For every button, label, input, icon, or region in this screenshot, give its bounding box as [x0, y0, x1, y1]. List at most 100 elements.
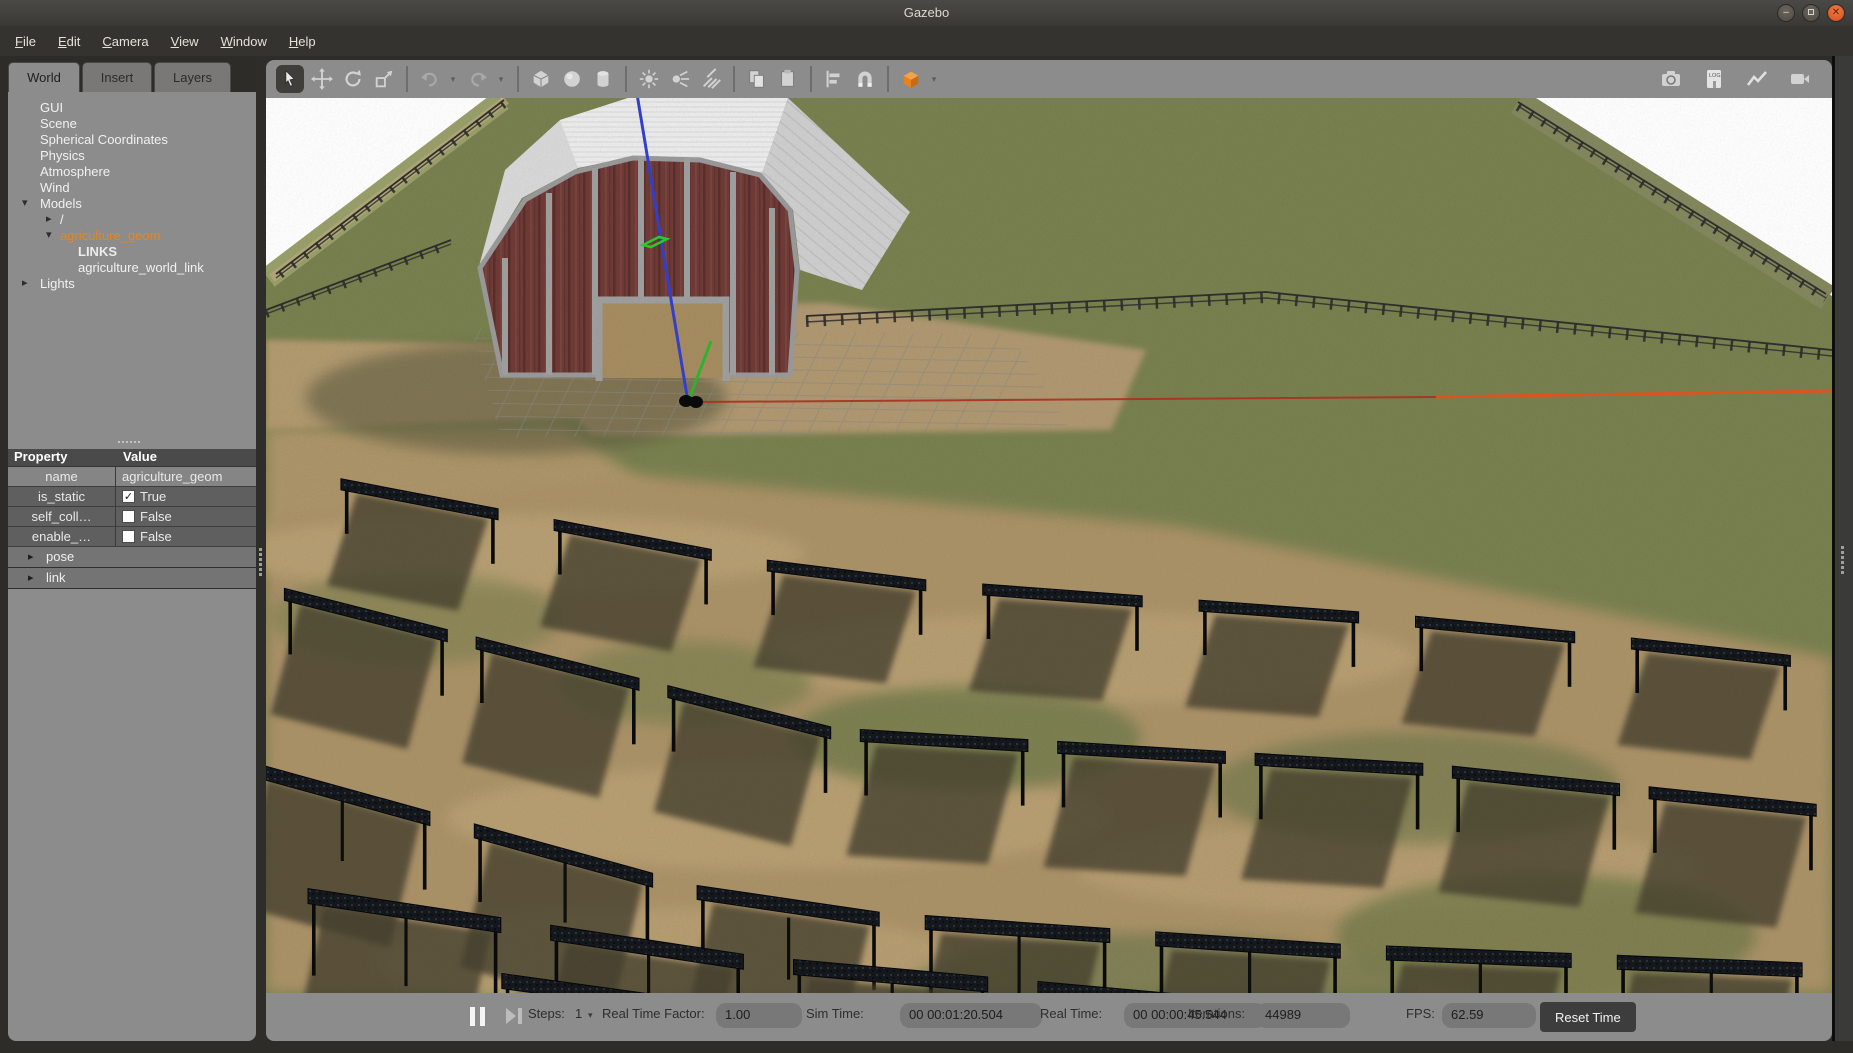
property-value: False — [115, 527, 256, 546]
expand-arrow-icon[interactable]: ▸ — [28, 547, 34, 567]
scale-icon[interactable] — [371, 66, 397, 92]
box-icon[interactable] — [528, 66, 554, 92]
property-row-self-coll-[interactable]: self_coll…False — [8, 507, 256, 527]
paste-icon[interactable] — [775, 66, 801, 92]
panel-viewport-splitter[interactable] — [256, 56, 266, 1041]
menu-help[interactable]: Help — [278, 29, 327, 54]
property-value: ✓True — [115, 487, 256, 506]
undo-menu-icon[interactable]: ▾ — [448, 66, 458, 92]
window-title: Gazebo — [0, 0, 1853, 26]
translate-icon[interactable] — [309, 66, 335, 92]
tree-item-label: Spherical Coordinates — [40, 132, 168, 147]
spot-light-icon[interactable] — [667, 66, 693, 92]
tree-item-spherical-coordinates[interactable]: Spherical Coordinates — [8, 132, 256, 148]
record-icon[interactable] — [1787, 66, 1813, 92]
property-group-pose[interactable]: ▸pose — [8, 547, 256, 568]
undo-icon[interactable] — [417, 66, 443, 92]
viewport-toolbar: ▾ ▾ ▾ LOG — [266, 60, 1832, 98]
menu-window[interactable]: Window — [210, 29, 278, 54]
tab-insert[interactable]: Insert — [82, 62, 152, 92]
directional-light-icon[interactable] — [698, 66, 724, 92]
iterations-label: Iterations: — [1188, 1006, 1245, 1021]
snap-icon[interactable] — [852, 66, 878, 92]
checkbox-unchecked[interactable] — [122, 510, 135, 523]
tree-item-label: Atmosphere — [40, 164, 110, 179]
property-name: is_static — [8, 487, 115, 506]
tree-item-label: GUI — [40, 100, 63, 115]
redo-menu-icon[interactable]: ▾ — [496, 66, 506, 92]
tree-item-agriculture-geom[interactable]: ▾ agriculture_geom — [8, 228, 256, 244]
fps-label: FPS: — [1406, 1006, 1435, 1021]
menu-file[interactable]: File — [4, 29, 47, 54]
log-icon[interactable]: LOG — [1701, 66, 1727, 92]
tab-world[interactable]: World — [8, 62, 80, 92]
screenshot-icon[interactable] — [1658, 66, 1684, 92]
sim-time-field[interactable]: 00 00:01:20.504 — [900, 1003, 1042, 1028]
expand-arrow-icon[interactable]: ▸ — [22, 276, 28, 289]
plot-icon[interactable] — [1744, 66, 1770, 92]
tree-item-label: / — [60, 212, 64, 227]
property-name: name — [8, 467, 115, 486]
tree-item-label: agriculture_geom — [60, 228, 160, 243]
property-group-link[interactable]: ▸link — [8, 568, 256, 589]
menu-bar: FileEditCameraViewWindowHelp — [0, 26, 1853, 56]
cylinder-icon[interactable] — [590, 66, 616, 92]
fps-field[interactable]: 62.59 — [1442, 1003, 1536, 1028]
select-icon[interactable] — [276, 65, 304, 93]
checkbox-unchecked[interactable] — [122, 530, 135, 543]
minimize-button[interactable]: – — [1777, 4, 1795, 22]
step-button[interactable] — [506, 1008, 524, 1024]
tree-item-gui[interactable]: GUI — [8, 100, 256, 116]
toolbar-separator — [733, 66, 735, 92]
view-angle-icon[interactable] — [898, 66, 924, 92]
rotate-icon[interactable] — [340, 66, 366, 92]
splitter-dots — [1841, 546, 1844, 574]
menu-edit[interactable]: Edit — [47, 29, 91, 54]
point-light-icon[interactable] — [636, 66, 662, 92]
expand-arrow-icon[interactable]: ▸ — [28, 568, 34, 588]
tree-item-physics[interactable]: Physics — [8, 148, 256, 164]
title-bar: Gazebo — [0, 0, 1853, 26]
panel-splitter-handle[interactable] — [118, 441, 140, 443]
step-icon-bar — [518, 1008, 522, 1024]
tree-item-scene[interactable]: Scene — [8, 116, 256, 132]
3d-viewport[interactable] — [266, 98, 1832, 993]
tree-item--[interactable]: ▸/ — [8, 212, 256, 228]
steps-label: Steps: — [528, 1006, 565, 1021]
expand-arrow-icon[interactable]: ▸ — [46, 212, 52, 225]
view-angle-menu-icon[interactable]: ▾ — [929, 66, 939, 92]
property-row-name[interactable]: nameagriculture_geom — [8, 467, 256, 487]
property-row-is-static[interactable]: is_static✓True — [8, 487, 256, 507]
sphere-icon[interactable] — [559, 66, 585, 92]
steps-value[interactable]: 1 — [575, 1006, 582, 1021]
redo-icon[interactable] — [465, 66, 491, 92]
toolbar-separator — [810, 66, 812, 92]
tab-layers[interactable]: Layers — [154, 62, 231, 92]
collapse-arrow-icon[interactable]: ▾ — [46, 228, 52, 241]
copy-icon[interactable] — [744, 66, 770, 92]
tree-item-atmosphere[interactable]: Atmosphere — [8, 164, 256, 180]
reset-time-button[interactable]: Reset Time — [1540, 1002, 1636, 1032]
iterations-field[interactable]: 44989 — [1256, 1003, 1350, 1028]
align-icon[interactable] — [821, 66, 847, 92]
right-panel-splitter[interactable] — [1832, 56, 1853, 1041]
tree-item-wind[interactable]: Wind — [8, 180, 256, 196]
tree-item-links[interactable]: LINKS — [8, 244, 256, 260]
svg-text:LOG: LOG — [1709, 73, 1721, 79]
steps-caret-icon[interactable]: ▾ — [588, 1010, 593, 1021]
tree-item-label: Lights — [40, 276, 75, 291]
maximize-button[interactable] — [1802, 4, 1820, 22]
collapse-arrow-icon[interactable]: ▾ — [22, 196, 28, 209]
world-panel: GUISceneSpherical CoordinatesPhysicsAtmo… — [8, 92, 256, 1041]
tree-item-lights[interactable]: ▸ Lights — [8, 276, 256, 292]
tree-item-agriculture-world-link[interactable]: agriculture_world_link — [8, 260, 256, 276]
tree-item-models[interactable]: ▾Models — [8, 196, 256, 212]
tree-item-label: agriculture_world_link — [78, 260, 204, 275]
menu-view[interactable]: View — [160, 29, 210, 54]
pause-button[interactable] — [470, 1007, 490, 1026]
property-row-enable-[interactable]: enable_…False — [8, 527, 256, 547]
rtf-field[interactable]: 1.00 — [716, 1003, 802, 1028]
close-button[interactable]: ✕ — [1827, 4, 1845, 22]
checkbox-checked[interactable]: ✓ — [122, 490, 135, 503]
menu-camera[interactable]: Camera — [91, 29, 159, 54]
